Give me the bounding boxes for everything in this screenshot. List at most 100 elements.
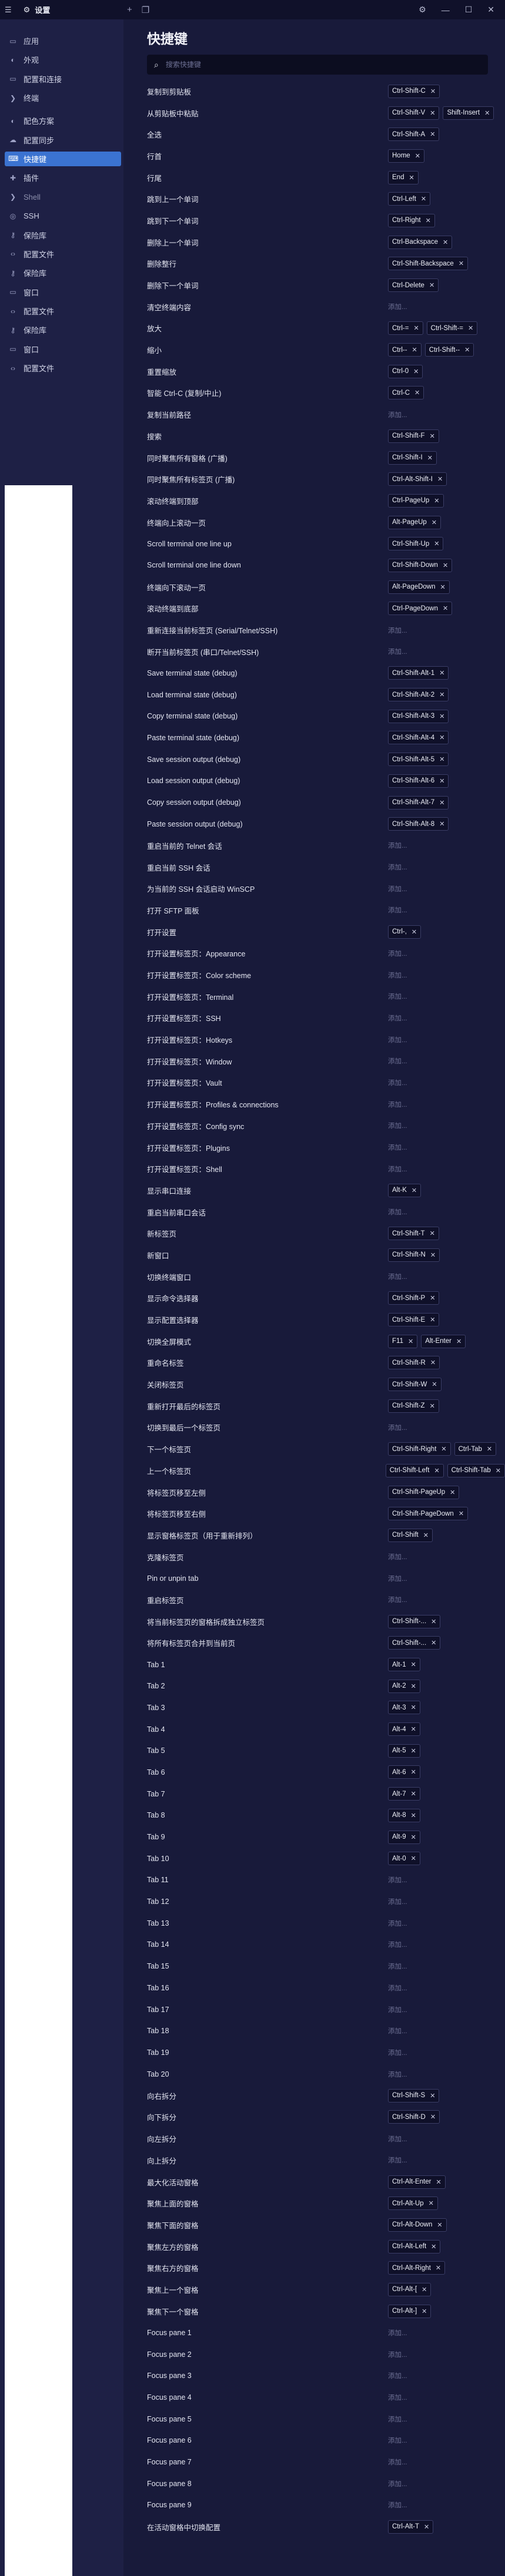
add-hotkey-button[interactable]: 添加... — [388, 862, 407, 872]
remove-hotkey-icon[interactable]: ✕ — [431, 1618, 436, 1625]
remove-hotkey-icon[interactable]: ✕ — [487, 1445, 492, 1453]
add-hotkey-button[interactable]: 添加... — [388, 1164, 407, 1174]
add-hotkey-button[interactable]: 添加... — [388, 841, 407, 850]
hotkey-chip[interactable]: Ctrl-Shift-S ✕ — [388, 2088, 440, 2103]
search-input[interactable] — [165, 61, 436, 69]
hotkey-chip[interactable]: Ctrl-Shift-Up ✕ — [388, 537, 444, 551]
remove-hotkey-icon[interactable]: ✕ — [430, 88, 436, 95]
remove-hotkey-icon[interactable]: ✕ — [411, 1704, 416, 1711]
hotkey-chip[interactable]: Ctrl-Alt-Shift-I ✕ — [388, 472, 447, 486]
hotkey-chip[interactable]: Ctrl-0 ✕ — [388, 364, 423, 378]
sidebar-item-1[interactable]: ◐ 外观 — [5, 52, 121, 67]
hotkey-chip[interactable]: Ctrl-Shift-Alt-1 ✕ — [388, 666, 449, 680]
add-hotkey-button[interactable]: 添加... — [388, 1143, 407, 1152]
remove-hotkey-icon[interactable]: ✕ — [439, 713, 444, 720]
add-hotkey-button[interactable]: 添加... — [388, 2457, 407, 2467]
remove-hotkey-icon[interactable]: ✕ — [434, 497, 439, 505]
hotkey-chip[interactable]: Ctrl-Shift-T ✕ — [388, 1227, 439, 1241]
sidebar-item-8[interactable]: ❯ Shell — [5, 190, 121, 204]
remove-hotkey-icon[interactable]: ✕ — [464, 346, 470, 354]
hotkey-chip[interactable]: Ctrl-Shift-Alt-7 ✕ — [388, 795, 449, 810]
remove-hotkey-icon[interactable]: ✕ — [437, 475, 443, 483]
remove-hotkey-icon[interactable]: ✕ — [430, 1294, 435, 1302]
remove-hotkey-icon[interactable]: ✕ — [434, 540, 439, 548]
remove-hotkey-icon[interactable]: ✕ — [430, 1359, 436, 1366]
hotkey-chip[interactable]: Ctrl-Shift-= ✕ — [426, 321, 478, 335]
remove-hotkey-icon[interactable]: ✕ — [411, 1661, 416, 1668]
hotkey-chip[interactable]: Ctrl-Shift-R ✕ — [388, 1356, 440, 1370]
remove-hotkey-icon[interactable]: ✕ — [456, 1338, 461, 1345]
remove-hotkey-icon[interactable]: ✕ — [440, 583, 446, 591]
add-hotkey-button[interactable]: 添加... — [388, 992, 407, 1001]
hotkey-chip[interactable]: Ctrl-Shift-- ✕ — [424, 343, 474, 357]
add-hotkey-button[interactable]: 添加... — [388, 1897, 407, 1906]
sidebar-item-7[interactable]: ✚ 插件 — [5, 170, 121, 185]
hotkey-chip[interactable]: Ctrl-Alt-Right ✕ — [388, 2261, 446, 2275]
hotkey-chip[interactable]: Alt-9 ✕ — [388, 1830, 420, 1844]
close-icon[interactable]: ✕ — [487, 5, 494, 15]
hotkey-chip[interactable]: Ctrl-Shift-... ✕ — [388, 1636, 441, 1650]
remove-hotkey-icon[interactable]: ✕ — [430, 1230, 435, 1237]
remove-hotkey-icon[interactable]: ✕ — [439, 820, 444, 828]
hotkey-chip[interactable]: Ctrl-Right ✕ — [388, 213, 435, 227]
remove-hotkey-icon[interactable]: ✕ — [424, 2523, 429, 2531]
hotkey-chip[interactable]: Ctrl-Alt-Down ✕ — [388, 2218, 447, 2232]
remove-hotkey-icon[interactable]: ✕ — [430, 1251, 436, 1259]
add-hotkey-button[interactable]: 添加... — [388, 1423, 407, 1432]
add-hotkey-button[interactable]: 添加... — [388, 1552, 407, 1561]
add-hotkey-button[interactable]: 添加... — [388, 302, 407, 311]
add-hotkey-button[interactable]: 添加... — [388, 2026, 407, 2036]
sidebar-item-13[interactable]: ▭ 窗口 — [5, 285, 121, 300]
add-hotkey-button[interactable]: 添加... — [388, 626, 407, 635]
add-hotkey-button[interactable]: 添加... — [388, 1875, 407, 1885]
hotkey-chip[interactable]: Alt-PageDown ✕ — [388, 580, 450, 594]
hotkey-chip[interactable]: Ctrl-Shift-Alt-5 ✕ — [388, 753, 449, 767]
remove-hotkey-icon[interactable]: ✕ — [422, 2308, 427, 2315]
hotkey-chip[interactable]: Alt-1 ✕ — [388, 1658, 420, 1672]
add-hotkey-button[interactable]: 添加... — [388, 1919, 407, 1928]
new-tab-button[interactable]: + — [127, 5, 132, 15]
remove-hotkey-icon[interactable]: ✕ — [411, 1790, 416, 1798]
tab-settings[interactable]: ⚙ 设置 — [24, 4, 51, 15]
remove-hotkey-icon[interactable]: ✕ — [431, 2243, 436, 2251]
sidebar-item-0[interactable]: ▭ 应用 — [5, 33, 121, 48]
settings-gear-icon[interactable]: ⚙ — [419, 5, 426, 15]
hotkey-chip[interactable]: Ctrl-Shift-A ✕ — [388, 127, 440, 142]
hotkey-chip[interactable]: Ctrl-Shift-E ✕ — [388, 1313, 440, 1327]
hotkey-chip[interactable]: Ctrl-= ✕ — [388, 321, 423, 335]
hotkey-chip[interactable]: Ctrl-Shift-Z ✕ — [388, 1399, 439, 1413]
add-hotkey-button[interactable]: 添加... — [388, 1272, 407, 1281]
add-hotkey-button[interactable]: 添加... — [388, 2436, 407, 2445]
remove-hotkey-icon[interactable]: ✕ — [443, 562, 448, 569]
hotkey-chip[interactable]: Ctrl-Shift-PageUp ✕ — [388, 1485, 460, 1499]
add-hotkey-button[interactable]: 添加... — [388, 970, 407, 980]
hotkey-chip[interactable]: Ctrl-Shift-Alt-2 ✕ — [388, 688, 449, 702]
add-hotkey-button[interactable]: 添加... — [388, 905, 407, 915]
add-hotkey-button[interactable]: 添加... — [388, 1035, 407, 1044]
hotkey-chip[interactable]: Ctrl-Shift-Alt-6 ✕ — [388, 774, 449, 788]
hotkey-chip[interactable]: Ctrl-Shift-W ✕ — [388, 1378, 442, 1392]
add-hotkey-button[interactable]: 添加... — [388, 1595, 407, 1604]
remove-hotkey-icon[interactable]: ✕ — [432, 1381, 437, 1388]
sidebar-item-17[interactable]: ‹› 配置文件 — [5, 361, 121, 375]
hotkey-chip[interactable]: Ctrl-PageDown ✕ — [388, 602, 453, 616]
remove-hotkey-icon[interactable]: ✕ — [432, 519, 437, 526]
sidebar-item-2[interactable]: ▭ 配置和连接 — [5, 72, 121, 86]
add-hotkey-button[interactable]: 添加... — [388, 2048, 407, 2057]
sidebar-item-9[interactable]: ◎ SSH — [5, 209, 121, 223]
add-hotkey-button[interactable]: 添加... — [388, 2500, 407, 2510]
hotkey-chip[interactable]: Ctrl-Alt-Enter ✕ — [388, 2175, 446, 2189]
hotkey-chip[interactable]: Ctrl-Backspace ✕ — [388, 235, 453, 249]
hotkey-chip[interactable]: Ctrl-Delete ✕ — [388, 278, 439, 293]
remove-hotkey-icon[interactable]: ✕ — [412, 928, 417, 936]
remove-hotkey-icon[interactable]: ✕ — [443, 239, 448, 246]
hotkey-chip[interactable]: Ctrl-Shift-Down ✕ — [388, 558, 453, 572]
add-hotkey-button[interactable]: 添加... — [388, 1121, 407, 1130]
remove-hotkey-icon[interactable]: ✕ — [439, 777, 444, 785]
maximize-icon[interactable]: ☐ — [465, 5, 473, 15]
remove-hotkey-icon[interactable]: ✕ — [443, 604, 448, 612]
sidebar-item-11[interactable]: ‹› 配置文件 — [5, 247, 121, 261]
remove-hotkey-icon[interactable]: ✕ — [436, 2264, 441, 2272]
hotkey-chip[interactable]: Ctrl-Shift-F ✕ — [388, 429, 439, 443]
remove-hotkey-icon[interactable]: ✕ — [413, 324, 419, 332]
